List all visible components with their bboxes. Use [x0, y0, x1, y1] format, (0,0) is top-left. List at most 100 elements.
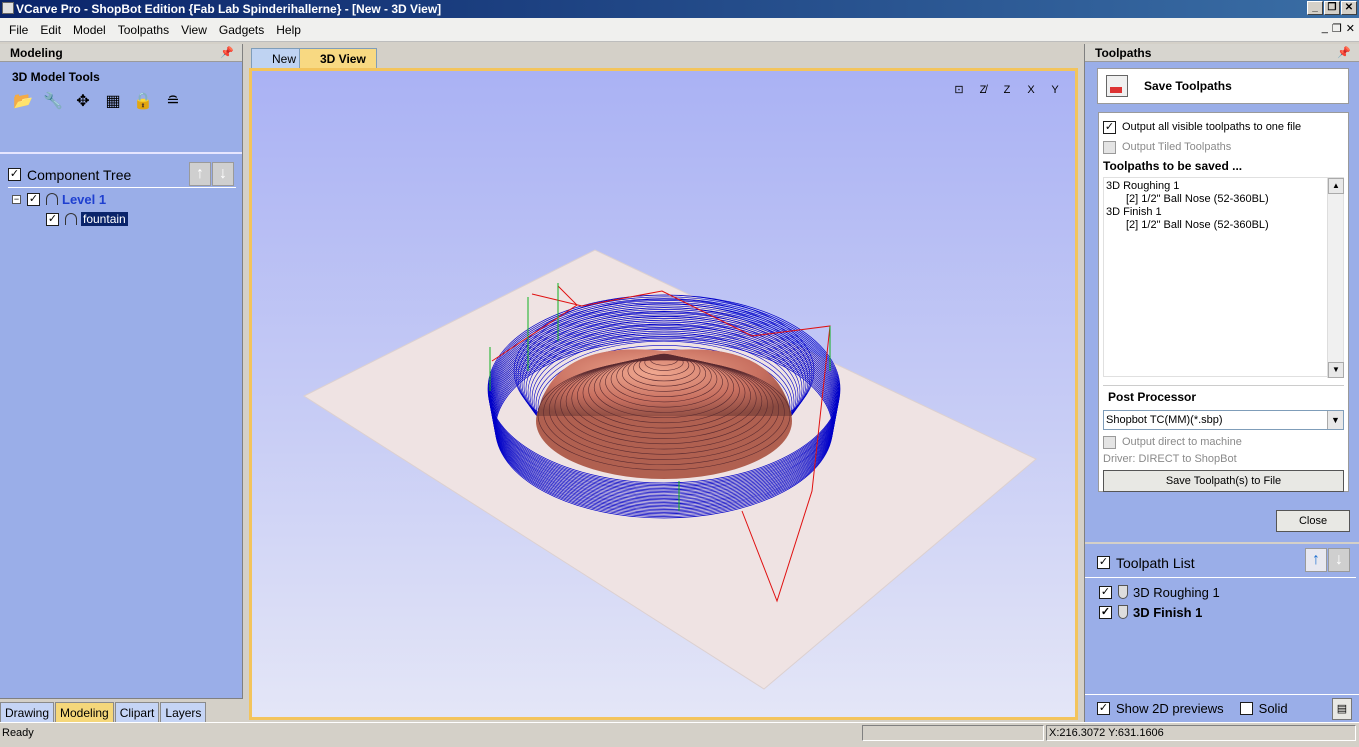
- level-checkbox[interactable]: ✓: [27, 192, 40, 206]
- minimize-button[interactable]: _: [1307, 1, 1323, 15]
- close-window-button[interactable]: ✕: [1341, 1, 1357, 15]
- model-tools-section: 3D Model Tools 📂 🔧 ✥ ▦ 🔒 ≘: [0, 62, 242, 154]
- top-view-icon[interactable]: Z: [997, 81, 1017, 99]
- document-tabs: New 3D View: [247, 44, 1080, 68]
- driver-label: Driver: DIRECT to ShopBot: [1103, 453, 1237, 465]
- lock-shape-icon[interactable]: 🔒: [132, 90, 154, 112]
- component-arch-icon: [65, 213, 77, 225]
- list-item: 3D Roughing 1: [1106, 180, 1180, 192]
- tab-3d-view[interactable]: 3D View: [299, 48, 377, 68]
- scrollbar[interactable]: ▲ ▼: [1327, 178, 1344, 378]
- close-button[interactable]: Close: [1276, 510, 1350, 532]
- tab-drawing[interactable]: Drawing: [0, 702, 55, 722]
- left-panel-tabs: Drawing Modeling Clipart Layers: [0, 698, 243, 722]
- menu-help[interactable]: Help: [270, 20, 307, 40]
- output-all-checkbox[interactable]: ✓: [1103, 120, 1116, 134]
- progress-field: [862, 725, 1044, 741]
- component-name[interactable]: fountain: [81, 212, 128, 226]
- save-toolpaths-to-file-button[interactable]: Save Toolpath(s) to File: [1103, 470, 1344, 492]
- toolpath-list-checkbox[interactable]: ✓: [1097, 556, 1110, 569]
- post-processor-section: Post Processor Shopbot TC(MM)(*.sbp) ▼ O…: [1103, 385, 1344, 492]
- mdi-minimize-button[interactable]: _: [1322, 22, 1328, 35]
- open-folder-icon[interactable]: 📂: [12, 90, 34, 112]
- grid-icon[interactable]: ▦: [102, 90, 124, 112]
- pin-icon[interactable]: 📌: [220, 44, 234, 62]
- menu-bar: File Edit Model Toolpaths View Gadgets H…: [0, 18, 1359, 42]
- modeling-panel-title: Modeling 📌: [0, 44, 242, 62]
- tab-modeling[interactable]: Modeling: [55, 702, 114, 722]
- menu-model[interactable]: Model: [67, 20, 112, 40]
- ball-nose-icon: [1118, 605, 1128, 619]
- document-area: New 3D View ⊡ Z̸ Z X Y: [247, 44, 1080, 722]
- 3d-scene: [302, 249, 1037, 690]
- scroll-down-icon[interactable]: ▼: [1328, 362, 1344, 378]
- show-previews-checkbox[interactable]: ✓: [1097, 702, 1110, 715]
- calculator-icon[interactable]: ▤: [1332, 698, 1352, 720]
- ball-nose-icon: [1118, 585, 1128, 599]
- toolpath-item-roughing[interactable]: ✓ 3D Roughing 1: [1085, 582, 1359, 602]
- x-view-icon[interactable]: X: [1021, 81, 1041, 99]
- iso-view-icon[interactable]: Z̸: [973, 81, 993, 99]
- collapse-icon[interactable]: −: [12, 194, 21, 204]
- component-checkbox[interactable]: ✓: [46, 212, 59, 226]
- mdi-close-button[interactable]: ✕: [1346, 22, 1355, 35]
- toolpath-item-label: 3D Roughing 1: [1133, 584, 1220, 600]
- output-direct-checkbox[interactable]: [1103, 435, 1116, 449]
- move-up-button[interactable]: ↑: [1305, 548, 1327, 572]
- y-view-icon[interactable]: Y: [1045, 81, 1065, 99]
- move-down-button[interactable]: ↓: [212, 162, 234, 186]
- toolpaths-to-save-label: Toolpaths to be saved ...: [1103, 159, 1243, 173]
- modeling-panel-title-text: Modeling: [10, 46, 63, 60]
- tab-layers[interactable]: Layers: [160, 702, 207, 722]
- wrench-icon[interactable]: 🔧: [42, 90, 64, 112]
- zoom-extents-icon[interactable]: ⊡: [949, 81, 969, 99]
- toolpath-list-header: ✓ Toolpath List ↑ ↓: [1085, 548, 1356, 578]
- scroll-up-icon[interactable]: ▲: [1328, 178, 1344, 194]
- toolpath-checkbox[interactable]: ✓: [1099, 605, 1112, 619]
- modeling-panel: Modeling 📌 3D Model Tools 📂 🔧 ✥ ▦ 🔒 ≘ ✓ …: [0, 44, 243, 722]
- tab-clipart[interactable]: Clipart: [114, 702, 160, 722]
- menu-view[interactable]: View: [175, 20, 213, 40]
- app-window: VCarve Pro - ShopBot Edition {Fab Lab Sp…: [0, 0, 1359, 747]
- layers-icon[interactable]: ≘: [162, 90, 184, 112]
- component-tree-checkbox[interactable]: ✓: [8, 168, 21, 181]
- component-tree-header: ✓ Component Tree ↑ ↓: [8, 162, 236, 188]
- toolpath-list-footer: ✓ Show 2D previews Solid ▤: [1085, 694, 1359, 722]
- toolpath-item-label: 3D Finish 1: [1133, 604, 1203, 620]
- output-direct-label: Output direct to machine: [1122, 436, 1242, 448]
- post-processor-label: Post Processor: [1108, 390, 1197, 404]
- post-processor-select[interactable]: Shopbot TC(MM)(*.sbp) ▼: [1103, 410, 1344, 430]
- menu-gadgets[interactable]: Gadgets: [213, 20, 270, 40]
- tree-component-row[interactable]: ✓ fountain: [8, 210, 242, 228]
- output-direct-row: Output direct to machine: [1103, 432, 1344, 452]
- mdi-restore-button[interactable]: ❐: [1332, 22, 1342, 35]
- menu-toolpaths[interactable]: Toolpaths: [112, 20, 175, 40]
- output-tiled-checkbox[interactable]: [1103, 140, 1116, 154]
- menu-edit[interactable]: Edit: [34, 20, 67, 40]
- move-down-button[interactable]: ↓: [1328, 548, 1350, 572]
- toolpath-checkbox[interactable]: ✓: [1099, 585, 1112, 599]
- save-disk-icon: [1106, 75, 1128, 97]
- toolpaths-panel: Toolpaths 📌 Save Toolpaths ✓ Output all …: [1084, 44, 1359, 722]
- title-bar: VCarve Pro - ShopBot Edition {Fab Lab Sp…: [0, 0, 1359, 18]
- 3d-viewport[interactable]: ⊡ Z̸ Z X Y: [249, 68, 1078, 720]
- app-icon: [2, 2, 14, 14]
- toolpaths-panel-title: Toolpaths 📌: [1085, 44, 1359, 62]
- pin-icon[interactable]: 📌: [1337, 44, 1351, 62]
- chevron-down-icon[interactable]: ▼: [1327, 411, 1343, 429]
- view-orientation-toolbar: ⊡ Z̸ Z X Y: [949, 81, 1065, 99]
- toolpaths-to-save-list[interactable]: 3D Roughing 1 [2] 1/2" Ball Nose (52-360…: [1103, 177, 1344, 378]
- move-up-button[interactable]: ↑: [189, 162, 211, 186]
- toolpath-item-finish[interactable]: ✓ 3D Finish 1: [1085, 602, 1359, 622]
- status-bar: Ready X:216.3072 Y:631.1606: [0, 722, 1359, 747]
- tree-level-row[interactable]: − ✓ Level 1: [8, 190, 242, 208]
- level-arch-icon: [46, 193, 58, 205]
- output-all-row: ✓ Output all visible toolpaths to one fi…: [1103, 117, 1344, 137]
- restore-button[interactable]: ❐: [1324, 1, 1340, 15]
- move-arrows-icon[interactable]: ✥: [72, 90, 94, 112]
- driver-row: Driver: DIRECT to ShopBot: [1103, 452, 1344, 466]
- solid-checkbox[interactable]: [1239, 702, 1253, 715]
- post-processor-value: Shopbot TC(MM)(*.sbp): [1106, 414, 1223, 426]
- status-text: Ready: [2, 727, 34, 739]
- menu-file[interactable]: File: [3, 20, 34, 40]
